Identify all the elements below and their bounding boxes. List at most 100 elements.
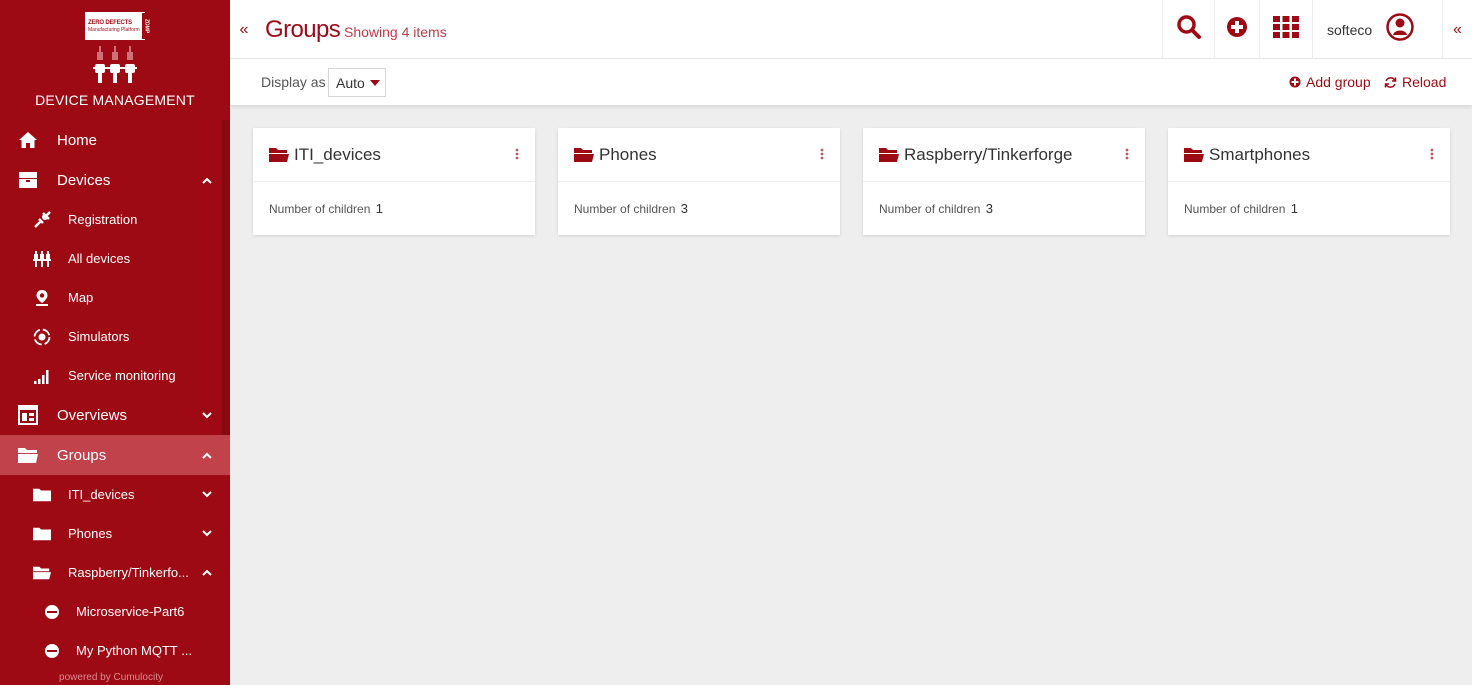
device-icon (43, 641, 61, 661)
sidebar: ZERO DEFECTS Manufacturing Platform ZDMP (0, 0, 230, 685)
sidebar-item-map[interactable]: Map (0, 278, 230, 317)
folder-icon (33, 485, 51, 505)
sidebar-item-label: Devices (57, 171, 111, 189)
folder-open-icon (879, 147, 899, 163)
children-count: 1 (1290, 201, 1298, 216)
grid-icon (1273, 16, 1299, 43)
card-body: Number of children 1 (253, 182, 535, 216)
group-card-iti-devices[interactable]: ITI_devices Number of children 1 (253, 128, 535, 235)
card-header: Smartphones (1168, 128, 1450, 182)
display-mode-select[interactable]: Auto (328, 68, 386, 97)
sidebar-item-my-python-mqtt[interactable]: My Python MQTT ... (0, 631, 230, 670)
powered-by: powered by Cumulocity (59, 672, 163, 683)
group-card-raspberry-tinkerforge[interactable]: Raspberry/Tinkerforge Number of children… (863, 128, 1145, 235)
display-mode-value: Auto (336, 74, 365, 91)
user-menu-button[interactable]: softeco (1312, 0, 1442, 59)
chevron-up-icon (202, 568, 212, 578)
app-title: DEVICE MANAGEMENT (35, 92, 195, 108)
sidebar-item-iti-devices[interactable]: ITI_devices (0, 475, 230, 514)
sidebar-item-groups[interactable]: Groups (0, 435, 230, 475)
children-label: Number of children (1184, 202, 1286, 216)
sidebar-item-phones[interactable]: Phones (0, 514, 230, 553)
group-card-phones[interactable]: Phones Number of children 3 (558, 128, 840, 235)
group-card-smartphones[interactable]: Smartphones Number of children 1 (1168, 128, 1450, 235)
plus-circle-icon (1226, 16, 1248, 43)
sidebar-item-service-monitoring[interactable]: Service monitoring (0, 356, 230, 395)
sidebar-item-label: Phones (68, 526, 113, 541)
page-title: Groups (265, 16, 341, 43)
chevron-up-icon (202, 450, 212, 460)
app-switcher-button[interactable] (1259, 0, 1312, 59)
group-name[interactable]: Raspberry/Tinkerforge (904, 145, 1073, 165)
children-count: 3 (985, 201, 993, 216)
sidebar-item-raspberry-tinkerforge[interactable]: Raspberry/Tinkerfo... (0, 553, 230, 592)
add-button[interactable] (1214, 0, 1259, 59)
sidebar-item-label: Service monitoring (68, 368, 176, 383)
sidebar-item-microservice-part6[interactable]: Microservice-Part6 (0, 592, 230, 631)
card-header: Phones (558, 128, 840, 182)
all-devices-icon (33, 249, 51, 269)
chevron-down-icon (202, 529, 212, 539)
reload-button[interactable]: Reload (1384, 74, 1446, 90)
action-bar: Display as Auto Add group Reload (230, 59, 1472, 105)
kebab-menu-icon[interactable] (819, 148, 825, 160)
group-name[interactable]: ITI_devices (294, 145, 381, 165)
search-button[interactable] (1162, 0, 1214, 59)
sidebar-item-label: My Python MQTT ... (76, 643, 193, 658)
simulator-icon (33, 327, 51, 347)
children-label: Number of children (269, 202, 371, 216)
sidebar-item-label: All devices (68, 251, 131, 266)
home-icon (17, 130, 39, 150)
card-body: Number of children 3 (558, 182, 840, 216)
sidebar-item-label: Simulators (68, 329, 130, 344)
overview-icon (17, 405, 39, 425)
sidebar-item-label: Home (57, 131, 98, 149)
card-header: ITI_devices (253, 128, 535, 182)
kebab-menu-icon[interactable] (1124, 148, 1130, 160)
card-body: Number of children 3 (863, 182, 1145, 216)
sidebar-item-home[interactable]: Home (0, 120, 230, 160)
display-as-label: Display as (261, 74, 326, 90)
kebab-menu-icon[interactable] (514, 148, 520, 160)
children-count: 1 (375, 201, 383, 216)
devices-icon (17, 170, 39, 190)
sidebar-item-all-devices[interactable]: All devices (0, 239, 230, 278)
sidebar-item-overviews[interactable]: Overviews (0, 395, 230, 435)
sidebar-item-label: Registration (68, 212, 138, 227)
folder-open-icon (17, 445, 39, 465)
sidebar-item-devices[interactable]: Devices (0, 160, 230, 200)
sidebar-item-label: Overviews (57, 406, 128, 424)
add-group-button[interactable]: Add group (1289, 74, 1371, 90)
device-icon (43, 602, 61, 622)
kebab-menu-icon[interactable] (1429, 148, 1435, 160)
chevron-down-icon (202, 410, 212, 420)
logo-line2: Manufacturing Platform (88, 27, 140, 33)
folder-open-icon (1184, 147, 1204, 163)
user-avatar-icon (1386, 13, 1414, 46)
username: softeco (1327, 21, 1373, 38)
collapse-sidebar-button[interactable]: « (230, 0, 258, 59)
children-label: Number of children (879, 202, 981, 216)
registration-icon (33, 210, 51, 230)
collapse-right-panel-button[interactable]: « (1442, 0, 1472, 59)
group-name[interactable]: Smartphones (1209, 145, 1310, 165)
group-name[interactable]: Phones (599, 145, 657, 165)
refresh-icon (1384, 76, 1397, 89)
sidebar-item-label: ITI_devices (68, 487, 135, 502)
card-body: Number of children 1 (1168, 182, 1450, 216)
folder-icon (33, 524, 51, 544)
sidebar-item-label: Map (68, 290, 94, 305)
zdmp-logo: ZERO DEFECTS Manufacturing Platform ZDMP (85, 12, 152, 40)
sidebar-item-label: Raspberry/Tinkerfo... (68, 565, 189, 580)
sidebar-item-label: Groups (57, 446, 107, 464)
chevron-up-icon (202, 175, 212, 185)
logo-line1: ZERO DEFECTS (88, 20, 132, 26)
logo-side: ZDMP (141, 13, 152, 39)
search-icon (1176, 14, 1202, 45)
sidebar-item-registration[interactable]: Registration (0, 200, 230, 239)
header: « Groups Showing 4 items softeco « (230, 0, 1472, 59)
reload-label: Reload (1402, 74, 1447, 90)
caret-down-icon (369, 79, 380, 86)
sidebar-item-simulators[interactable]: Simulators (0, 317, 230, 356)
signal-bars-icon (33, 366, 51, 386)
